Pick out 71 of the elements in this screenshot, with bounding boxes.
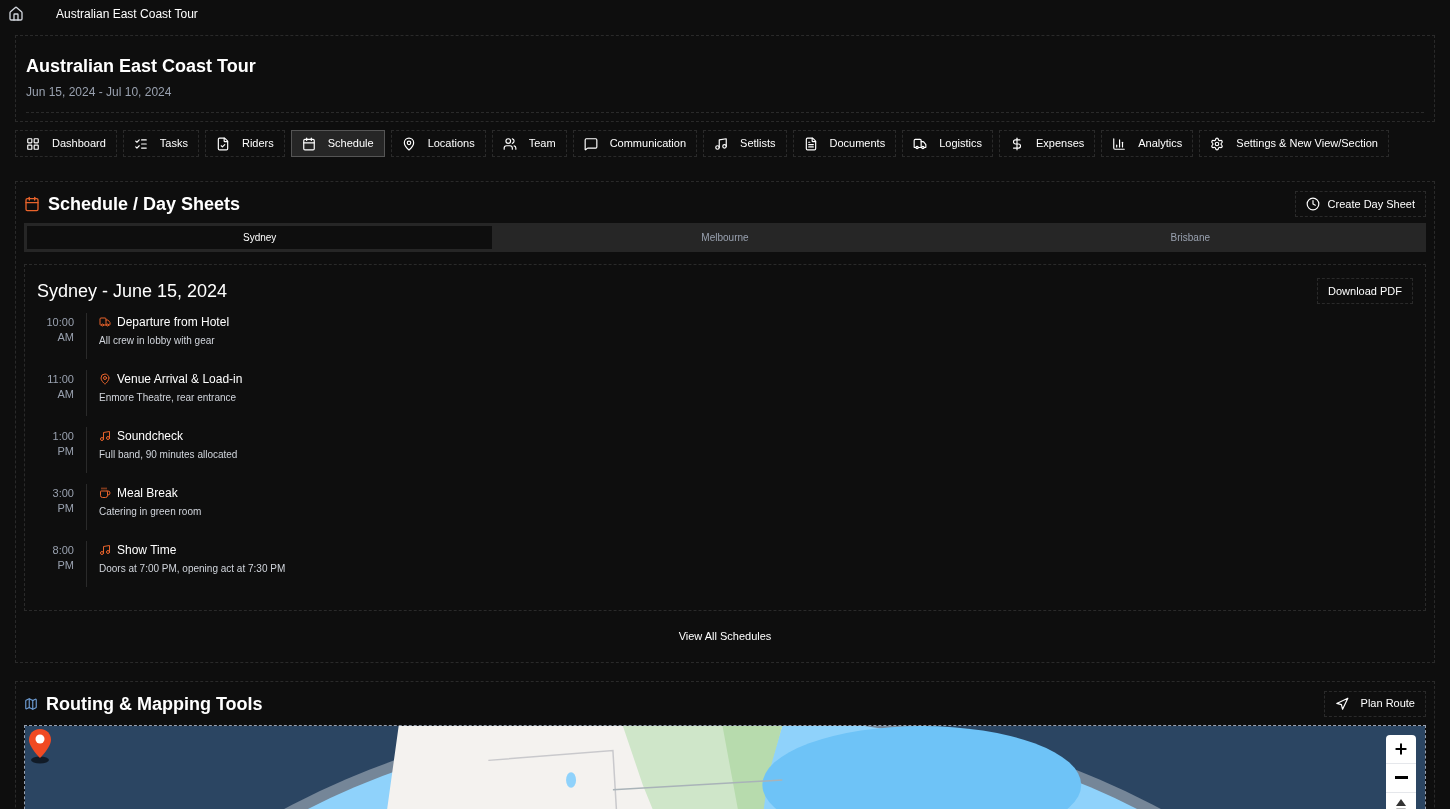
truck-icon: [913, 136, 928, 151]
home-icon[interactable]: [8, 6, 24, 22]
tour-title: Australian East Coast Tour: [26, 55, 257, 78]
grid-icon: [26, 136, 40, 151]
nav-tab[interactable]: Settings & New View/Section: [1199, 130, 1389, 157]
city-tab[interactable]: Sydney: [27, 226, 493, 249]
coffee-cup-icon: [99, 487, 111, 499]
event-period: AM: [57, 330, 74, 345]
event-time: 3:00: [52, 486, 74, 501]
plan-route-button[interactable]: Plan Route: [1323, 690, 1426, 717]
bar-chart-icon: [1112, 136, 1127, 151]
nav-tab[interactable]: Setlists: [703, 130, 787, 157]
city-tab[interactable]: Brisbane: [957, 226, 1423, 249]
create-day-sheet-button[interactable]: Create Day Sheet: [1294, 191, 1426, 217]
nav-tab[interactable]: Logistics: [902, 130, 993, 157]
breadcrumb-title: Australian East Coast Tour: [56, 6, 198, 22]
event-period: PM: [57, 501, 74, 516]
nav-tab[interactable]: Communication: [572, 130, 698, 157]
section-title: Routing & Mapping Tools: [46, 692, 263, 716]
music-note-icon: [99, 430, 111, 442]
tour-dates: Jun 15, 2024 - Jul 10, 2024: [26, 84, 1424, 113]
event-time: 1:00: [52, 429, 74, 444]
view-all-schedules-link[interactable]: View All Schedules: [678, 628, 772, 645]
event-time: 8:00: [52, 543, 74, 558]
event-title: Soundcheck: [117, 428, 184, 445]
download-pdf-button[interactable]: Download PDF: [1317, 278, 1413, 304]
event-note: Enmore Theatre, rear entrance: [99, 391, 238, 405]
nav-tab[interactable]: Riders: [204, 130, 285, 157]
calendar-icon: [301, 136, 316, 151]
nav-tab[interactable]: Team: [491, 130, 567, 157]
nav-tab[interactable]: Dashboard: [15, 130, 117, 157]
nav-tab[interactable]: Schedule: [290, 130, 385, 157]
event-period: AM: [57, 387, 74, 402]
event-period: PM: [57, 558, 74, 573]
nav-tab[interactable]: Locations: [390, 130, 486, 157]
map-pin-icon: [99, 373, 111, 385]
users-icon: [502, 136, 517, 151]
plus-icon: [1393, 740, 1409, 757]
map-pin-icon[interactable]: [27, 727, 53, 764]
event-note: Doors at 7:00 PM, opening act at 7:30 PM: [99, 562, 286, 576]
event-time: 11:00: [47, 372, 74, 387]
minus-icon: [1394, 776, 1408, 779]
city-tab[interactable]: Melbourne: [492, 226, 958, 249]
nav-tab[interactable]: Documents: [792, 130, 897, 157]
settings-icon: [1210, 136, 1225, 151]
event-note: Full band, 90 minutes allocated: [99, 448, 238, 462]
document-icon: [803, 136, 818, 151]
truck-icon: [99, 316, 111, 328]
chat-icon: [583, 136, 598, 151]
event-note: All crew in lobby with gear: [99, 334, 216, 348]
nav-tab[interactable]: Tasks: [122, 130, 199, 157]
event-time: 10:00: [46, 315, 74, 330]
event-title: Show Time: [117, 542, 177, 559]
map-icon: [24, 696, 38, 711]
file-check-icon: [215, 136, 230, 151]
event-title: Venue Arrival & Load-in: [117, 371, 243, 388]
checklist-icon: [133, 136, 148, 151]
day-sheet-title: Sydney - June 15, 2024: [37, 280, 228, 303]
event-period: PM: [57, 444, 74, 459]
nav-tab[interactable]: Expenses: [998, 130, 1096, 157]
music-note-icon: [714, 136, 729, 151]
nav-tab[interactable]: Analytics: [1101, 130, 1194, 157]
navigation-arrow-icon: [1334, 696, 1349, 711]
section-title: Schedule / Day Sheets: [48, 193, 241, 216]
clock-icon: [1305, 197, 1320, 211]
music-note-icon: [99, 544, 111, 556]
event-title: Meal Break: [117, 485, 178, 502]
event-title: Departure from Hotel: [117, 314, 230, 331]
event-note: Catering in green room: [99, 505, 202, 519]
map-pin-icon: [401, 136, 416, 151]
calendar-icon: [24, 196, 40, 212]
